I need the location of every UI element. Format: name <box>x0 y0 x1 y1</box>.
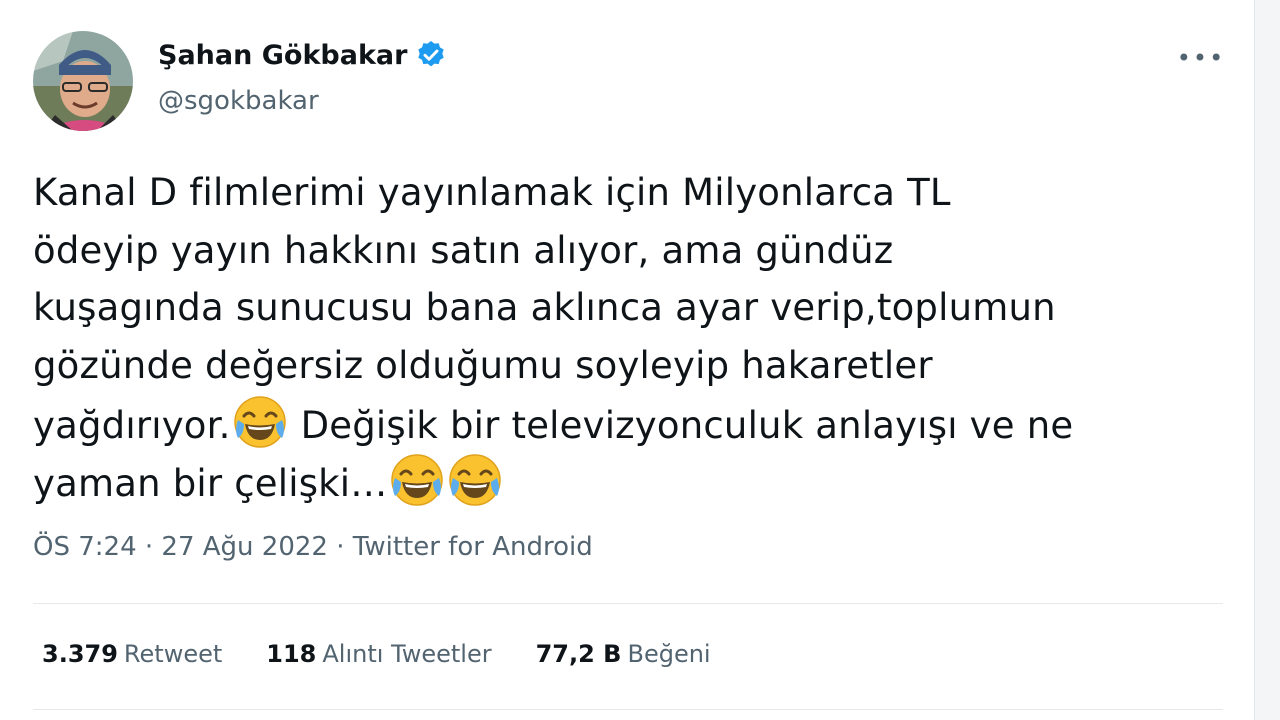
tweet-text-line: gözünde değersiz olduğumu soyleyip hakar… <box>33 337 1223 395</box>
author-name[interactable]: Şahan Gökbakar <box>158 39 447 71</box>
tears-of-joy-emoji-icon <box>232 394 288 450</box>
tweet-text-segment: kuşagında sunucusu bana aklınca ayar ver… <box>33 286 1056 329</box>
meta-separator: · <box>327 532 353 562</box>
likes-count-number: 77,2 B <box>535 640 622 668</box>
tweet-stats: 3.379 Retweet 118 Alıntı Tweetler 77,2 B Be… <box>42 640 711 668</box>
tweet-text-line: kuşagında sunucusu bana aklınca ayar ver… <box>33 279 1223 337</box>
more-options-icon[interactable]: ••• <box>1177 42 1223 74</box>
tweet-text-segment: ödeyip yayın hakkını satın alıyor, ama g… <box>33 228 894 272</box>
author-name-text: Şahan Gökbakar <box>158 39 408 71</box>
author-handle[interactable]: @sgokbakar <box>158 86 319 116</box>
divider <box>33 603 1223 604</box>
tweet-text-segment: Değişik bir televizyonculuk anlayışı ve … <box>288 404 1074 447</box>
tweet-text-segment: yaman bir çelişki… <box>33 461 388 505</box>
avatar-photo-icon <box>33 31 133 131</box>
page-edge <box>1254 0 1280 720</box>
quote-count-label: Alıntı Tweetler <box>322 640 492 668</box>
retweet-count-number: 3.379 <box>42 640 118 668</box>
divider <box>33 709 1223 710</box>
quote-count-number: 118 <box>266 640 317 668</box>
tweet-text-line: yağdırıyor. Değişik bir televizyonculuk … <box>33 394 1223 452</box>
tweet-text-line: ödeyip yayın hakkını satın alıyor, ama g… <box>33 222 1223 280</box>
avatar[interactable] <box>33 31 133 131</box>
meta-separator: · <box>136 532 162 562</box>
tweet-text-line: yaman bir çelişki… <box>33 452 1223 510</box>
retweet-count-label: Retweet <box>123 640 223 668</box>
tweet-text-segment: gözünde değersiz olduğumu soyleyip hakar… <box>33 343 933 387</box>
tweet-text-segment: yağdırıyor. <box>33 404 231 447</box>
tweet-text-line: Kanal D filmlerimi yayınlamak için Milyo… <box>33 164 1223 222</box>
likes-count[interactable]: 77,2 B Beğeni <box>536 640 711 668</box>
tweet-time[interactable]: ÖS 7:24 <box>33 532 137 562</box>
tweet-text-segment: Kanal D filmlerimi yayınlamak için Milyo… <box>33 171 951 214</box>
verified-badge-icon <box>418 41 445 67</box>
likes-count-label: Beğeni <box>627 640 711 668</box>
retweet-count[interactable]: 3.379 Retweet <box>42 640 222 668</box>
tweet-date[interactable]: 27 Ağu 2022 <box>161 532 328 562</box>
tweet-text: Kanal D filmlerimi yayınlamak için Milyo… <box>33 164 1223 509</box>
tweet-meta: ÖS 7:24 · 27 Ağu 2022 · Twitter for Andr… <box>33 532 593 562</box>
tweet-card: Şahan Gökbakar @sgokbakar ••• Kanal D fi… <box>0 0 1280 720</box>
quote-tweets-count[interactable]: 118 Alıntı Tweetler <box>266 640 491 668</box>
tears-of-joy-emoji-icon <box>389 452 445 508</box>
tweet-source[interactable]: Twitter for Android <box>353 532 593 562</box>
tears-of-joy-emoji-icon <box>447 452 503 508</box>
